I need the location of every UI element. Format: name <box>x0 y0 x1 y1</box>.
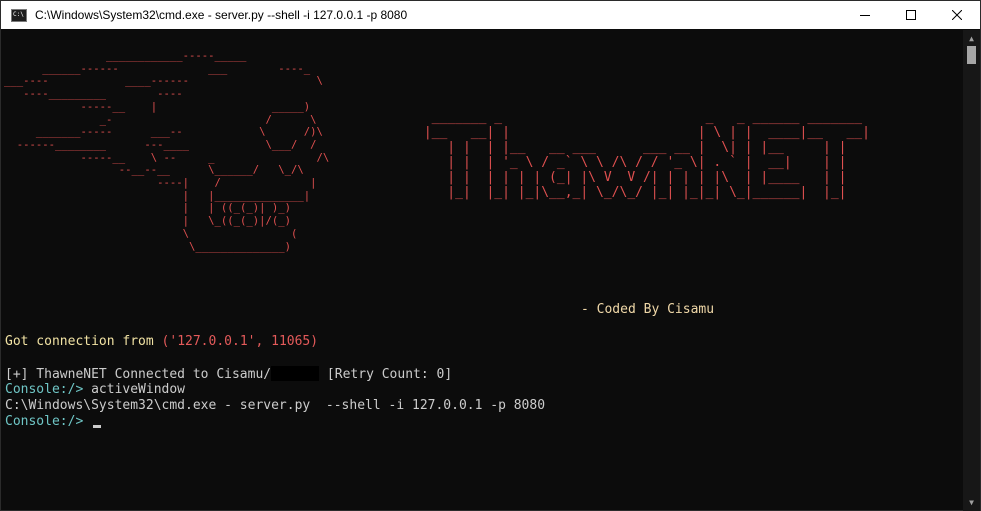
terminal-window: C:\Windows\System32\cmd.exe - server.py … <box>0 0 981 511</box>
maximize-icon <box>906 10 916 20</box>
text-cursor <box>93 425 102 428</box>
credit-text: - Coded By Cisamu <box>581 302 715 317</box>
banner-art-logo: _______ _ _ _ ______ _______ |__ __| | |… <box>423 110 870 200</box>
connection-address: ('127.0.0.1', 11065) <box>161 334 319 349</box>
minimize-button[interactable] <box>842 1 888 29</box>
window-title: C:\Windows\System32\cmd.exe - server.py … <box>35 8 408 22</box>
connected-message: [+] ThawneNET Connected to Cisamu/ <box>5 367 272 382</box>
console-prompt: Console:/> <box>5 382 92 397</box>
close-button[interactable] <box>934 1 980 29</box>
console-prompt-current: Console:/> <box>5 414 92 429</box>
command-text: activeWindow <box>91 382 186 397</box>
window-controls <box>842 1 980 29</box>
redacted-block <box>271 366 320 381</box>
scrollbar-thumb[interactable] <box>967 46 976 64</box>
scroll-up-arrow-icon[interactable]: ▲ <box>963 30 980 47</box>
connection-line: Got connection from ('127.0.0.1', 11065) <box>5 334 318 350</box>
maximize-button[interactable] <box>888 1 934 29</box>
title-bar[interactable]: C:\Windows\System32\cmd.exe - server.py … <box>1 1 980 29</box>
input-line[interactable]: Console:/> <box>5 414 102 430</box>
close-icon <box>952 10 962 20</box>
scroll-down-arrow-icon[interactable]: ▼ <box>963 494 980 511</box>
connection-prefix: Got connection from <box>5 334 162 349</box>
minimize-icon <box>860 15 870 16</box>
banner-art-left: ____________-----_____ ______------ ___ … <box>4 50 330 253</box>
command-result: C:\Windows\System32\cmd.exe - server.py … <box>5 398 546 413</box>
console-output[interactable]: ____________-----_____ ______------ ___ … <box>1 30 964 511</box>
retry-count: [Retry Count: 0] <box>319 367 453 382</box>
vertical-scrollbar[interactable]: ▲ ▼ <box>963 30 980 511</box>
connected-line: [+] ThawneNET Connected to Cisamu/ [Retr… <box>5 366 452 383</box>
command-line: Console:/> activeWindow <box>5 382 185 398</box>
cmd-icon[interactable] <box>11 8 27 22</box>
